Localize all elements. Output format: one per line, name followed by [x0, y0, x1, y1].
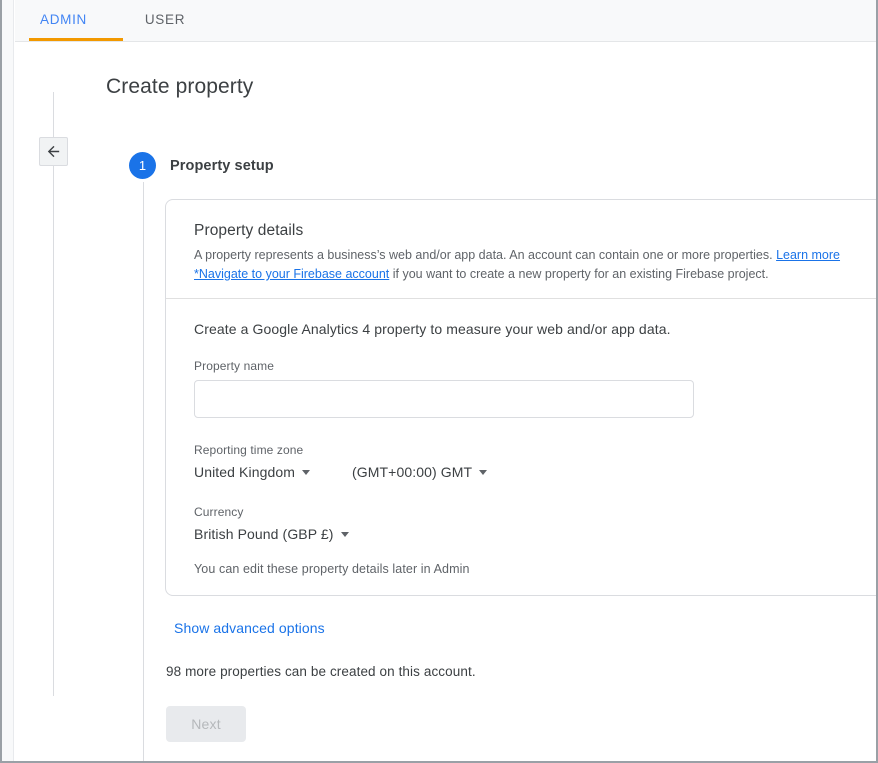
card-intro-text: Create a Google Analytics 4 property to …	[194, 321, 878, 337]
time-zone-offset-value: (GMT+00:00) GMT	[352, 464, 472, 480]
arrow-left-icon	[45, 143, 62, 160]
properties-remaining-text: 98 more properties can be created on thi…	[166, 664, 476, 679]
chevron-down-icon	[479, 470, 487, 475]
back-button[interactable]	[39, 137, 68, 166]
firebase-account-link[interactable]: *Navigate to your Firebase account	[194, 267, 389, 281]
step-number-badge: 1	[129, 152, 156, 179]
time-zone-row: United Kingdom (GMT+00:00) GMT	[194, 464, 878, 480]
time-zone-label: Reporting time zone	[194, 443, 878, 457]
time-zone-offset-select[interactable]: (GMT+00:00) GMT	[352, 464, 487, 480]
property-name-input[interactable]	[194, 380, 694, 418]
currency-select[interactable]: British Pound (GBP £)	[194, 526, 349, 542]
card-heading: Property details	[194, 222, 878, 240]
time-zone-country-value: United Kingdom	[194, 464, 295, 480]
time-zone-country-select[interactable]: United Kingdom	[194, 464, 310, 480]
next-button[interactable]: Next	[166, 706, 246, 742]
card-header: Property details A property represents a…	[166, 200, 878, 298]
tab-user[interactable]: USER	[125, 0, 205, 42]
page-title: Create property	[106, 75, 253, 99]
main-canvas: Create property 1 Property setup Propert…	[15, 42, 878, 761]
card-body: Create a Google Analytics 4 property to …	[166, 299, 878, 576]
property-details-card: Property details A property represents a…	[165, 199, 878, 596]
wizard-rail-left	[53, 92, 54, 696]
card-footer-note: You can edit these property details late…	[194, 562, 878, 576]
currency-label: Currency	[194, 505, 878, 519]
step-header: 1 Property setup	[129, 152, 274, 179]
currency-value: British Pound (GBP £)	[194, 526, 334, 542]
card-description-text-1: A property represents a business’s web a…	[194, 248, 776, 262]
tab-admin[interactable]: ADMIN	[16, 0, 111, 42]
chevron-down-icon	[341, 532, 349, 537]
app-window: ADMIN USER Create property 1 Property se…	[0, 0, 878, 763]
property-name-label: Property name	[194, 359, 878, 373]
left-gutter	[2, 0, 14, 763]
show-advanced-options-link[interactable]: Show advanced options	[174, 620, 325, 636]
tab-bar: ADMIN USER	[15, 0, 878, 42]
card-description: A property represents a business’s web a…	[194, 246, 878, 284]
tab-active-indicator	[29, 38, 123, 41]
step-title: Property setup	[170, 158, 274, 174]
currency-row: British Pound (GBP £)	[194, 526, 878, 542]
wizard-rail-step	[143, 182, 144, 761]
learn-more-link[interactable]: Learn more	[776, 248, 840, 262]
chevron-down-icon	[302, 470, 310, 475]
card-description-text-2: if you want to create a new property for…	[389, 267, 768, 281]
